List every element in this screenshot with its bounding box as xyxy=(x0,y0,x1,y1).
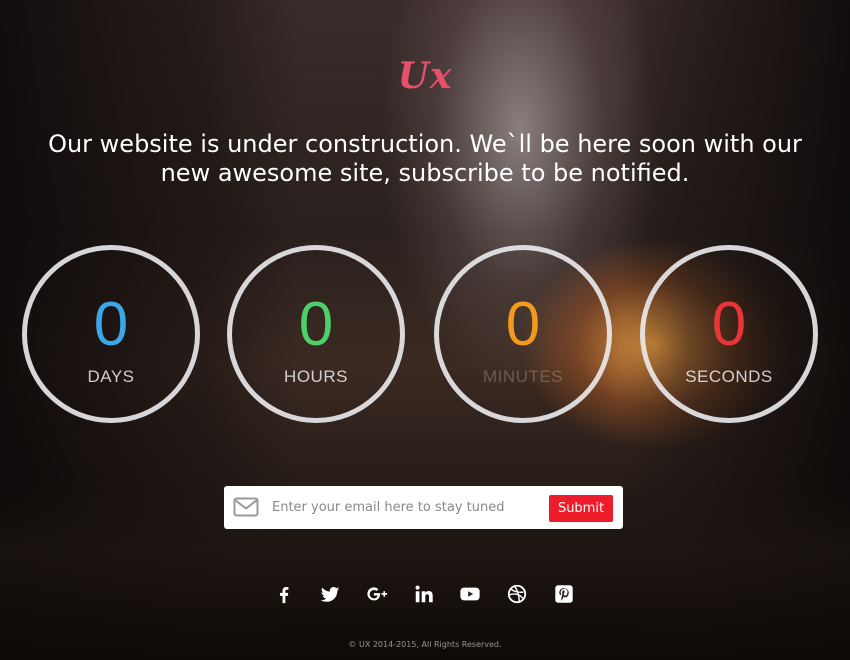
envelope-icon xyxy=(233,496,259,518)
countdown-seconds-label: SECONDS xyxy=(685,367,773,386)
youtube-icon[interactable] xyxy=(458,583,482,607)
countdown-days: 0 DAYS xyxy=(22,245,200,423)
social-links xyxy=(270,583,580,607)
countdown-seconds: 0 SECONDS xyxy=(640,245,818,423)
twitter-icon[interactable] xyxy=(318,583,342,607)
headline: Our website is under construction. We`ll… xyxy=(48,130,802,187)
copyright-footer: © UX 2014-2015, All Rights Reserved. xyxy=(348,640,502,649)
email-input[interactable] xyxy=(272,492,542,522)
countdown-hours-label: HOURS xyxy=(284,367,348,386)
logo[interactable]: Ux xyxy=(0,55,850,97)
facebook-icon[interactable] xyxy=(272,583,296,607)
google-plus-icon[interactable] xyxy=(365,583,389,607)
countdown-days-label: DAYS xyxy=(87,367,135,386)
pinterest-icon[interactable] xyxy=(552,583,576,607)
countdown-minutes-label: MINUTES xyxy=(483,367,563,386)
submit-button[interactable]: Submit xyxy=(549,495,613,522)
countdown-days-value: 0 xyxy=(93,290,129,359)
linkedin-icon[interactable] xyxy=(412,583,436,607)
countdown-hours-value: 0 xyxy=(298,290,334,359)
dribbble-icon[interactable] xyxy=(505,583,529,607)
subscribe-form: Submit xyxy=(224,486,623,529)
countdown-seconds-value: 0 xyxy=(711,290,747,359)
countdown-minutes: 0 MINUTES xyxy=(434,245,612,423)
countdown-minutes-value: 0 xyxy=(505,290,541,359)
countdown-hours: 0 HOURS xyxy=(227,245,405,423)
